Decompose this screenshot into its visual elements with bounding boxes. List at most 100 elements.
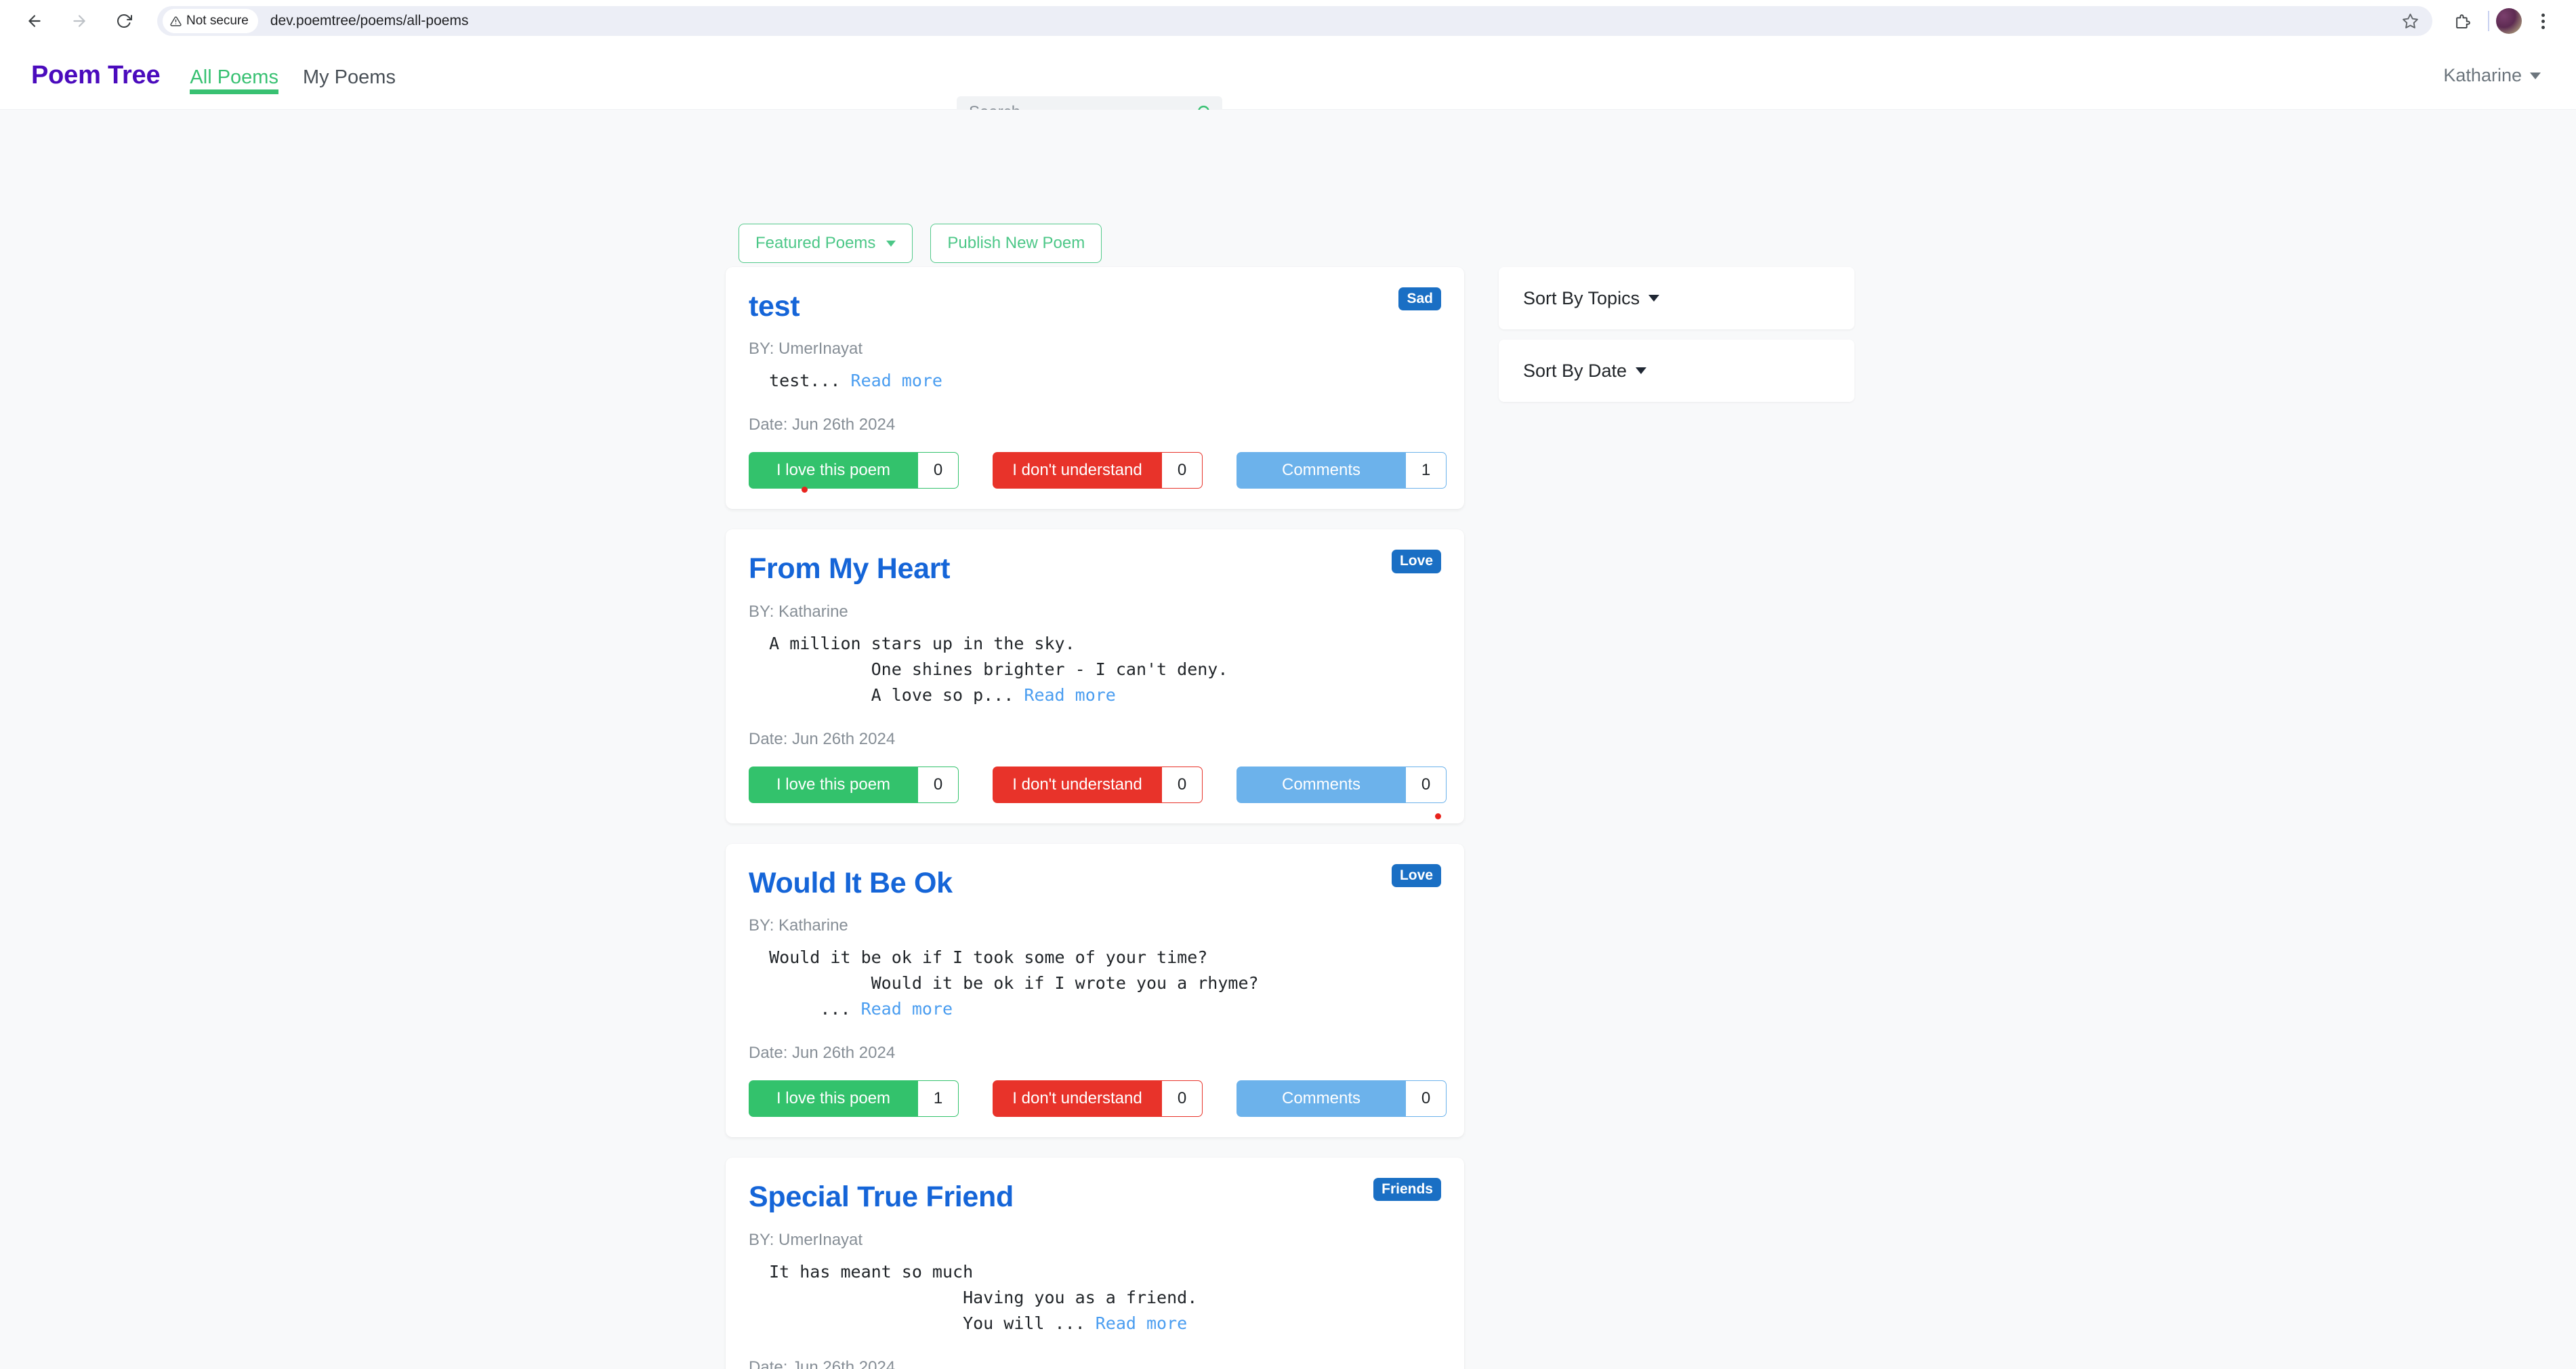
poem-author: BY: UmerInayat — [749, 1231, 1441, 1250]
poem-excerpt: test... Read more — [749, 368, 1441, 394]
poem-line-text: It has meant so much — [749, 1262, 973, 1282]
read-more-link[interactable]: Read more — [861, 999, 953, 1019]
comments-button[interactable]: Comments — [1237, 452, 1406, 489]
poem-author: BY: Katharine — [749, 602, 1441, 621]
poem-line-text: A million stars up in the sky. — [749, 634, 1075, 653]
read-more-link[interactable]: Read more — [1096, 1313, 1187, 1333]
action-group: I love this poem1 — [749, 1080, 959, 1117]
poem-card-header: Special True FriendFriends — [749, 1177, 1441, 1214]
action-group: Comments0 — [1237, 767, 1447, 803]
action-group: I don't understand0 — [993, 1080, 1203, 1117]
action-group: Comments0 — [1237, 1080, 1447, 1117]
love-this-poem-button[interactable]: I love this poem — [749, 452, 918, 489]
poem-actions: I love this poem0I don't understand0Comm… — [749, 767, 1441, 803]
security-indicator[interactable]: Not secure — [163, 9, 258, 33]
comments-count: 1 — [1406, 452, 1447, 489]
poem-line: test... Read more — [749, 368, 1441, 394]
poem-line: You will ... Read more — [749, 1311, 1441, 1336]
chevron-down-icon — [2530, 73, 2541, 79]
poem-excerpt: It has meant so much Having you as a fri… — [749, 1259, 1441, 1336]
reload-icon[interactable] — [104, 1, 144, 41]
poem-date: Date: Jun 26th 2024 — [749, 730, 1441, 749]
sort-by-topics-dropdown[interactable]: Sort By Topics — [1523, 288, 1659, 309]
poem-author: BY: UmerInayat — [749, 340, 1441, 359]
poem-card: Special True FriendFriends BY: UmerInayat… — [726, 1158, 1464, 1369]
poem-card: From My HeartLove BY: Katharine A million… — [726, 529, 1464, 823]
poem-line: One shines brighter - I can't deny. — [749, 657, 1441, 682]
topic-badge: Love — [1392, 864, 1441, 887]
love-count: 0 — [918, 767, 959, 803]
feed-toolbar: Featured Poems Publish New Poem — [739, 224, 1102, 263]
dont-understand-button[interactable]: I don't understand — [993, 452, 1162, 489]
poem-card: testSad BY: UmerInayat test... Read more D… — [726, 267, 1464, 509]
tab-all-poems[interactable]: All Poems — [190, 66, 278, 109]
featured-poems-label: Featured Poems — [755, 234, 875, 253]
poem-title-link[interactable]: Would It Be Ok — [749, 867, 953, 900]
sort-by-date-dropdown[interactable]: Sort By Date — [1523, 361, 1646, 382]
love-count: 0 — [918, 452, 959, 489]
url-text[interactable]: dev.poemtree/poems/all-poems — [270, 13, 2402, 29]
puzzle-piece-icon[interactable] — [2445, 3, 2481, 39]
avatar[interactable] — [2496, 8, 2522, 34]
comments-count: 0 — [1406, 767, 1447, 803]
chevron-down-icon — [1648, 295, 1659, 302]
publish-new-poem-button[interactable]: Publish New Poem — [930, 224, 1102, 263]
sort-by-topics-label: Sort By Topics — [1523, 288, 1640, 309]
poem-title-link[interactable]: From My Heart — [749, 552, 950, 586]
nav-links: All Poems My Poems — [190, 42, 396, 109]
poem-line: It has meant so much — [749, 1259, 1441, 1285]
action-group: I love this poem0 — [749, 767, 959, 803]
poem-line-text: ... — [749, 999, 861, 1019]
back-arrow-icon[interactable] — [15, 1, 54, 41]
poem-line-text: test... — [749, 371, 851, 390]
tab-my-poems[interactable]: My Poems — [303, 66, 396, 109]
poem-date: Date: Jun 26th 2024 — [749, 1044, 1441, 1063]
dont-understand-button[interactable]: I don't understand — [993, 1080, 1162, 1117]
publish-new-poem-label: Publish New Poem — [947, 234, 1085, 253]
poem-card-header: From My HeartLove — [749, 548, 1441, 586]
toolbar-divider — [2488, 11, 2489, 31]
poem-line-text: You will ... — [749, 1313, 1096, 1333]
address-bar[interactable]: Not secure dev.poemtree/poems/all-poems — [157, 6, 2432, 36]
sort-by-date-panel[interactable]: Sort By Date — [1499, 340, 1854, 402]
poem-card-header: Would It Be Ok Love — [749, 863, 1441, 900]
poem-title-link[interactable]: Special True Friend — [749, 1181, 1014, 1214]
poem-excerpt: A million stars up in the sky. One shine… — [749, 631, 1441, 708]
read-more-link[interactable]: Read more — [851, 371, 942, 390]
poem-line: ... Read more — [749, 996, 1441, 1022]
poem-author: BY: Katharine — [749, 916, 1441, 935]
comments-count: 0 — [1406, 1080, 1447, 1117]
sort-sidebar: Sort By Topics Sort By Date — [1499, 267, 1854, 412]
poem-actions: I love this poem1 I don't understand0 Comm… — [749, 1080, 1441, 1117]
poem-date: Date: Jun 26th 2024 — [749, 415, 1441, 434]
kebab-menu-icon[interactable] — [2525, 3, 2561, 39]
forward-arrow-icon[interactable] — [60, 1, 99, 41]
poem-excerpt: Would it be ok if I took some of your ti… — [749, 945, 1441, 1022]
page-body: Featured Poems Publish New Poem testSad B… — [0, 110, 2576, 1369]
love-this-poem-button[interactable]: I love this poem — [749, 1080, 918, 1117]
poem-line: Would it be ok if I wrote you a rhyme? — [749, 970, 1441, 996]
poem-line: Having you as a friend. — [749, 1285, 1441, 1311]
love-this-poem-button[interactable]: I love this poem — [749, 767, 918, 803]
app-navbar: Poem Tree All Poems My Poems Katharine — [0, 42, 2576, 110]
comments-button[interactable]: Comments — [1237, 1080, 1406, 1117]
sort-by-topics-panel[interactable]: Sort By Topics — [1499, 267, 1854, 329]
action-group: I don't understand0 — [993, 452, 1203, 489]
user-menu[interactable]: Katharine — [2443, 65, 2541, 86]
comments-button[interactable]: Comments — [1237, 767, 1406, 803]
user-name: Katharine — [2443, 65, 2522, 86]
poem-line-text: Would it be ok if I wrote you a rhyme? — [749, 973, 1259, 993]
poem-line-text: Having you as a friend. — [749, 1288, 1197, 1307]
dont-understand-button[interactable]: I don't understand — [993, 767, 1162, 803]
read-more-link[interactable]: Read more — [1024, 685, 1115, 705]
poem-line: A million stars up in the sky. — [749, 631, 1441, 657]
featured-poems-dropdown[interactable]: Featured Poems — [739, 224, 913, 263]
poem-line-text: One shines brighter - I can't deny. — [749, 659, 1228, 679]
star-icon[interactable] — [2402, 13, 2419, 30]
poem-date: Date: Jun 26th 2024 — [749, 1358, 1441, 1369]
cursor-dot-marker — [802, 487, 808, 493]
page-title[interactable]: Poem Tree — [31, 61, 160, 90]
poem-card-header: testSad — [749, 286, 1441, 323]
poem-title-link[interactable]: test — [749, 290, 799, 323]
action-group: I don't understand0 — [993, 767, 1203, 803]
